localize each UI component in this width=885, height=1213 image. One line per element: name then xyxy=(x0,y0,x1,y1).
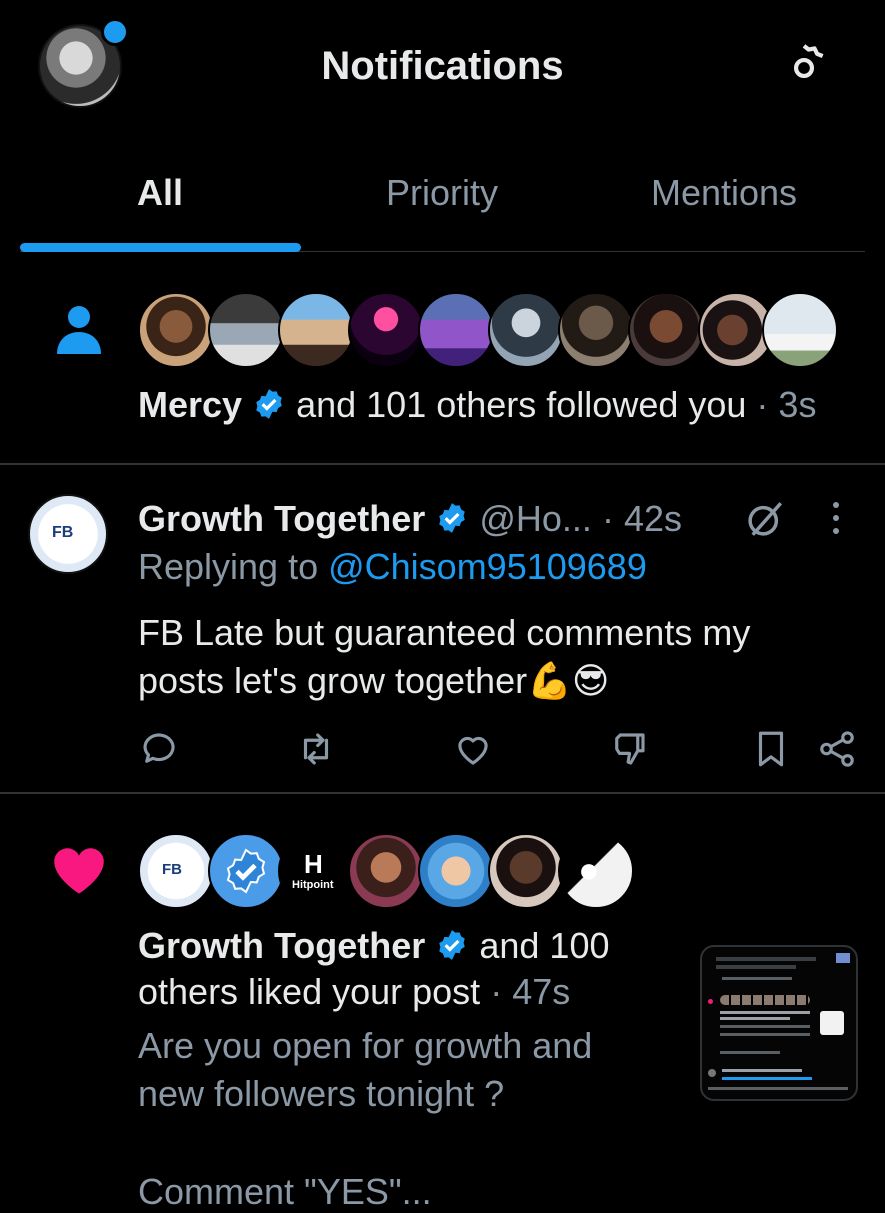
tab-active-indicator xyxy=(20,243,301,252)
avatar[interactable] xyxy=(208,292,284,368)
reply-icon[interactable] xyxy=(138,728,180,770)
avatar[interactable] xyxy=(348,833,424,909)
avatar-hitpoint-label: Hitpoint xyxy=(292,879,334,891)
avatar[interactable]: FB xyxy=(28,494,108,574)
avatar[interactable] xyxy=(138,292,214,368)
share-icon[interactable] xyxy=(816,728,858,770)
verified-check-icon xyxy=(226,848,266,894)
emoji: 💪😎 xyxy=(527,660,610,701)
replying-to: Replying to @Chisom95109689 xyxy=(138,546,647,587)
replying-to-handle[interactable]: @Chisom95109689 xyxy=(328,546,647,587)
timestamp: 3s xyxy=(778,384,817,425)
avatar-fb-label: FB xyxy=(162,861,182,878)
bookmark-icon[interactable] xyxy=(750,728,792,770)
author-name[interactable]: Growth Together xyxy=(138,498,425,539)
reply-header: Growth Together @Ho... · 42s xyxy=(138,498,682,539)
verified-badge-icon xyxy=(439,930,466,960)
person-icon xyxy=(57,306,101,354)
avatar[interactable] xyxy=(488,292,564,368)
timestamp: 47s xyxy=(512,971,571,1012)
like-notification[interactable]: FB H Hitpoint ● Growth Together and 100 … xyxy=(0,795,885,1212)
like-text-line2: others liked your post · 47s xyxy=(138,971,571,1012)
avatar[interactable] xyxy=(628,292,704,368)
dislike-icon[interactable] xyxy=(608,728,650,770)
more-options-icon[interactable] xyxy=(826,500,846,536)
follow-notification[interactable]: Mercy and 101 others followed you · 3s xyxy=(0,262,885,462)
verified-badge-icon xyxy=(256,389,282,419)
avatar[interactable] xyxy=(348,292,424,368)
timestamp: 42s xyxy=(623,498,682,539)
divider xyxy=(0,792,885,794)
avatar[interactable]: FB xyxy=(138,833,214,909)
grok-icon[interactable] xyxy=(744,498,786,540)
avatar[interactable]: H Hitpoint xyxy=(278,833,354,909)
post-preview-line2: new followers tonight ? xyxy=(138,1073,505,1114)
avatar-fb-label: FB xyxy=(52,524,74,541)
avatar[interactable] xyxy=(762,292,838,368)
avatar[interactable] xyxy=(418,833,494,909)
reply-body-line2: posts let's grow together💪😎 xyxy=(138,660,610,701)
hitpoint-logo-icon: H xyxy=(304,849,323,879)
repost-icon[interactable] xyxy=(295,728,337,770)
avatar[interactable] xyxy=(558,292,634,368)
avatar[interactable]: ● xyxy=(558,833,634,909)
tab-all[interactable]: All xyxy=(20,172,300,214)
avatar[interactable] xyxy=(418,292,494,368)
follower-name[interactable]: Mercy xyxy=(138,384,242,425)
follow-text: Mercy and 101 others followed you · 3s xyxy=(138,384,817,425)
post-thumbnail[interactable] xyxy=(700,945,858,1101)
tab-mentions[interactable]: Mentions xyxy=(584,172,864,214)
post-preview-line3: Comment "YES"... xyxy=(138,1171,432,1212)
divider xyxy=(0,463,885,465)
page-title: Notifications xyxy=(321,44,564,88)
like-icon[interactable] xyxy=(452,728,494,770)
like-text-line1: Growth Together and 100 xyxy=(138,925,610,966)
author-handle[interactable]: @Ho... xyxy=(479,498,592,539)
gear-icon[interactable] xyxy=(776,40,832,96)
reply-body-line1: FB Late but guaranteed comments my xyxy=(138,612,751,653)
verified-badge-icon xyxy=(439,503,466,533)
post-preview-line1: Are you open for growth and xyxy=(138,1025,593,1066)
heart-icon xyxy=(54,848,104,894)
avatar[interactable] xyxy=(488,833,564,909)
avatar[interactable] xyxy=(278,292,354,368)
tab-priority[interactable]: Priority xyxy=(302,172,582,214)
apple-logo-icon: ● xyxy=(578,849,600,890)
avatar[interactable] xyxy=(208,833,284,909)
unread-dot xyxy=(101,18,129,46)
liker-name[interactable]: Growth Together xyxy=(138,925,425,966)
